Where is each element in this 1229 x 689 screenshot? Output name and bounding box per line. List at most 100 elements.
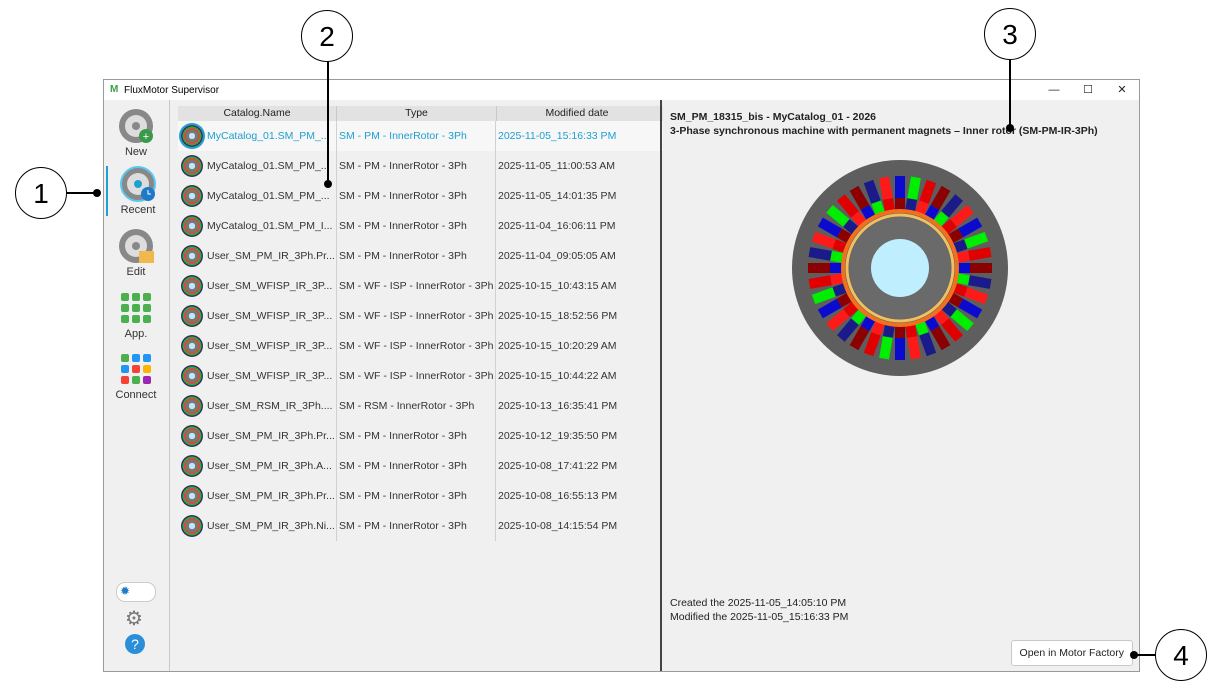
type-cell: SM - PM - InnerRotor - 3Ph — [337, 421, 496, 451]
name-cell: User_SM_RSM_IR_3Ph.... — [178, 391, 337, 421]
stator-slot — [895, 326, 905, 338]
catalog-name: MyCatalog_01.SM_PM_I... — [207, 220, 333, 232]
sidebar-label: Edit — [126, 266, 146, 278]
table-row[interactable]: User_SM_WFISP_IR_3P... SM - WF - ISP - In… — [178, 271, 663, 301]
callout-dot — [324, 180, 332, 188]
shaft — [871, 239, 929, 297]
sidebar-item-edit[interactable]: Edit — [106, 228, 166, 278]
stator-slot — [958, 263, 970, 273]
table-row[interactable]: User_SM_PM_IR_3Ph.A... SM - PM - InnerRot… — [178, 451, 663, 481]
window-title: FluxMotor Supervisor — [124, 84, 220, 96]
sidebar-item-new[interactable]: + New — [106, 108, 166, 158]
table-row[interactable]: User_SM_WFISP_IR_3P... SM - WF - ISP - In… — [178, 361, 663, 391]
callout-3: 3 — [984, 8, 1036, 60]
sidebar-item-recent[interactable]: Recent — [106, 166, 168, 216]
catalog-name: User_SM_PM_IR_3Ph.Pr... — [207, 490, 335, 502]
column-header-date[interactable]: Modified date — [497, 106, 657, 121]
motor-thumbnail-icon — [181, 485, 203, 507]
catalog-table: Catalog.Name Type Modified date MyCatalo… — [178, 106, 663, 541]
column-header-name[interactable]: Catalog.Name — [178, 106, 337, 121]
open-in-motor-factory-button[interactable]: Open in Motor Factory — [1010, 640, 1133, 666]
svg-text:+: + — [143, 131, 149, 143]
motor-thumbnail-icon — [181, 365, 203, 387]
type-cell: SM - WF - ISP - InnerRotor - 3Ph — [337, 361, 496, 391]
modified-date-cell: 2025-10-12_19:35:50 PM — [498, 430, 618, 442]
minimize-button[interactable]: — — [1037, 80, 1071, 100]
type-cell: SM - PM - InnerRotor - 3Ph — [337, 241, 496, 271]
motor-thumbnail-icon — [181, 455, 203, 477]
name-cell: User_SM_PM_IR_3Ph.A... — [178, 451, 337, 481]
table-row[interactable]: MyCatalog_01.SM_PM_... SM - PM - InnerRot… — [178, 151, 663, 181]
catalog-name: User_SM_WFISP_IR_3P... — [207, 280, 333, 292]
type-cell: SM - RSM - InnerRotor - 3Ph — [337, 391, 496, 421]
modified-date-cell: 2025-10-08_14:15:54 PM — [498, 520, 618, 532]
created-date: Created the 2025-11-05_14:05:10 PM — [670, 597, 847, 609]
app-logo-icon: M — [110, 84, 119, 95]
catalog-name: User_SM_RSM_IR_3Ph.... — [207, 400, 333, 412]
app-window: M FluxMotor Supervisor — ☐ ✕ + New Recen… — [103, 79, 1140, 672]
sidebar-label: App. — [124, 328, 148, 340]
table-row[interactable]: User_SM_PM_IR_3Ph.Pr... SM - PM - InnerRo… — [178, 481, 663, 511]
table-row[interactable]: MyCatalog_01.SM_PM_... SM - PM - InnerRot… — [178, 121, 663, 151]
name-cell: User_SM_WFISP_IR_3P... — [178, 331, 337, 361]
catalog-name: User_SM_PM_IR_3Ph.Pr... — [207, 430, 335, 442]
modified-date-cell: 2025-10-08_16:55:13 PM — [498, 490, 618, 502]
name-cell: User_SM_WFISP_IR_3P... — [178, 271, 337, 301]
catalog-name: MyCatalog_01.SM_PM_... — [207, 160, 330, 172]
catalog-name: User_SM_PM_IR_3Ph.Pr... — [207, 250, 335, 262]
sun-icon: ✹ — [120, 584, 131, 598]
app-grid-icon — [118, 290, 154, 326]
stator-slot — [808, 263, 830, 273]
theme-toggle[interactable]: ✹ — [116, 582, 156, 602]
sidebar-item-connect[interactable]: Connect — [106, 351, 166, 401]
type-cell: SM - PM - InnerRotor - 3Ph — [337, 151, 496, 181]
stator-slot — [895, 338, 905, 360]
table-row[interactable]: MyCatalog_01.SM_PM_I... SM - PM - InnerRo… — [178, 211, 663, 241]
name-cell: User_SM_PM_IR_3Ph.Pr... — [178, 241, 337, 271]
new-motor-icon: + — [118, 108, 154, 144]
sidebar-label: New — [124, 146, 147, 158]
motor-thumbnail-icon — [181, 305, 203, 327]
name-cell: User_SM_PM_IR_3Ph.Ni... — [178, 511, 337, 541]
motor-thumbnail-icon — [181, 515, 203, 537]
sidebar-item-app[interactable]: App. — [106, 290, 166, 340]
table-row[interactable]: User_SM_PM_IR_3Ph.Pr... SM - PM - InnerRo… — [178, 421, 663, 451]
maximize-button[interactable]: ☐ — [1071, 80, 1105, 100]
table-row[interactable]: MyCatalog_01.SM_PM_... SM - PM - InnerRot… — [178, 181, 663, 211]
help-icon[interactable]: ? — [125, 634, 145, 654]
type-cell: SM - WF - ISP - InnerRotor - 3Ph — [337, 301, 496, 331]
modified-date-cell: 2025-10-13_16:35:41 PM — [498, 400, 618, 412]
callout-dot — [1006, 124, 1014, 132]
stator-slot — [830, 263, 842, 273]
sidebar-label: Recent — [120, 204, 156, 216]
modified-date-cell: 2025-11-05_14:01:35 PM — [498, 190, 617, 202]
motor-cross-section-preview — [792, 160, 1008, 376]
motor-thumbnail-icon — [181, 125, 203, 147]
motor-thumbnail-icon — [181, 155, 203, 177]
table-row[interactable]: User_SM_RSM_IR_3Ph.... SM - RSM - InnerRo… — [178, 391, 663, 421]
table-row[interactable]: User_SM_WFISP_IR_3P... SM - WF - ISP - In… — [178, 301, 663, 331]
motor-thumbnail-icon — [181, 395, 203, 417]
name-cell: User_SM_WFISP_IR_3P... — [178, 361, 337, 391]
name-cell: User_SM_WFISP_IR_3P... — [178, 301, 337, 331]
motor-thumbnail-icon — [181, 245, 203, 267]
gear-icon[interactable]: ⚙ — [125, 606, 143, 631]
type-cell: SM - PM - InnerRotor - 3Ph — [337, 181, 496, 211]
edit-motor-icon — [118, 228, 154, 264]
table-row[interactable]: User_SM_PM_IR_3Ph.Ni... SM - PM - InnerRo… — [178, 511, 663, 541]
type-cell: SM - PM - InnerRotor - 3Ph — [337, 121, 496, 151]
callout-1: 1 — [15, 167, 67, 219]
type-cell: SM - PM - InnerRotor - 3Ph — [337, 481, 496, 511]
table-row[interactable]: User_SM_PM_IR_3Ph.Pr... SM - PM - InnerRo… — [178, 241, 663, 271]
modified-date-cell: 2025-10-15_10:20:29 AM — [498, 340, 617, 352]
modified-date: Modified the 2025-11-05_15:16:33 PM — [670, 611, 849, 623]
modified-date-cell: 2025-10-15_10:44:22 AM — [498, 370, 617, 382]
title-bar: M FluxMotor Supervisor — ☐ ✕ — [104, 80, 1139, 100]
catalog-name: User_SM_PM_IR_3Ph.A... — [207, 460, 332, 472]
table-row[interactable]: User_SM_WFISP_IR_3P... SM - WF - ISP - In… — [178, 331, 663, 361]
column-header-type[interactable]: Type — [337, 106, 497, 121]
callout-line — [327, 62, 329, 184]
close-button[interactable]: ✕ — [1105, 80, 1139, 100]
table-header: Catalog.Name Type Modified date — [178, 106, 663, 121]
callout-dot — [1130, 651, 1138, 659]
